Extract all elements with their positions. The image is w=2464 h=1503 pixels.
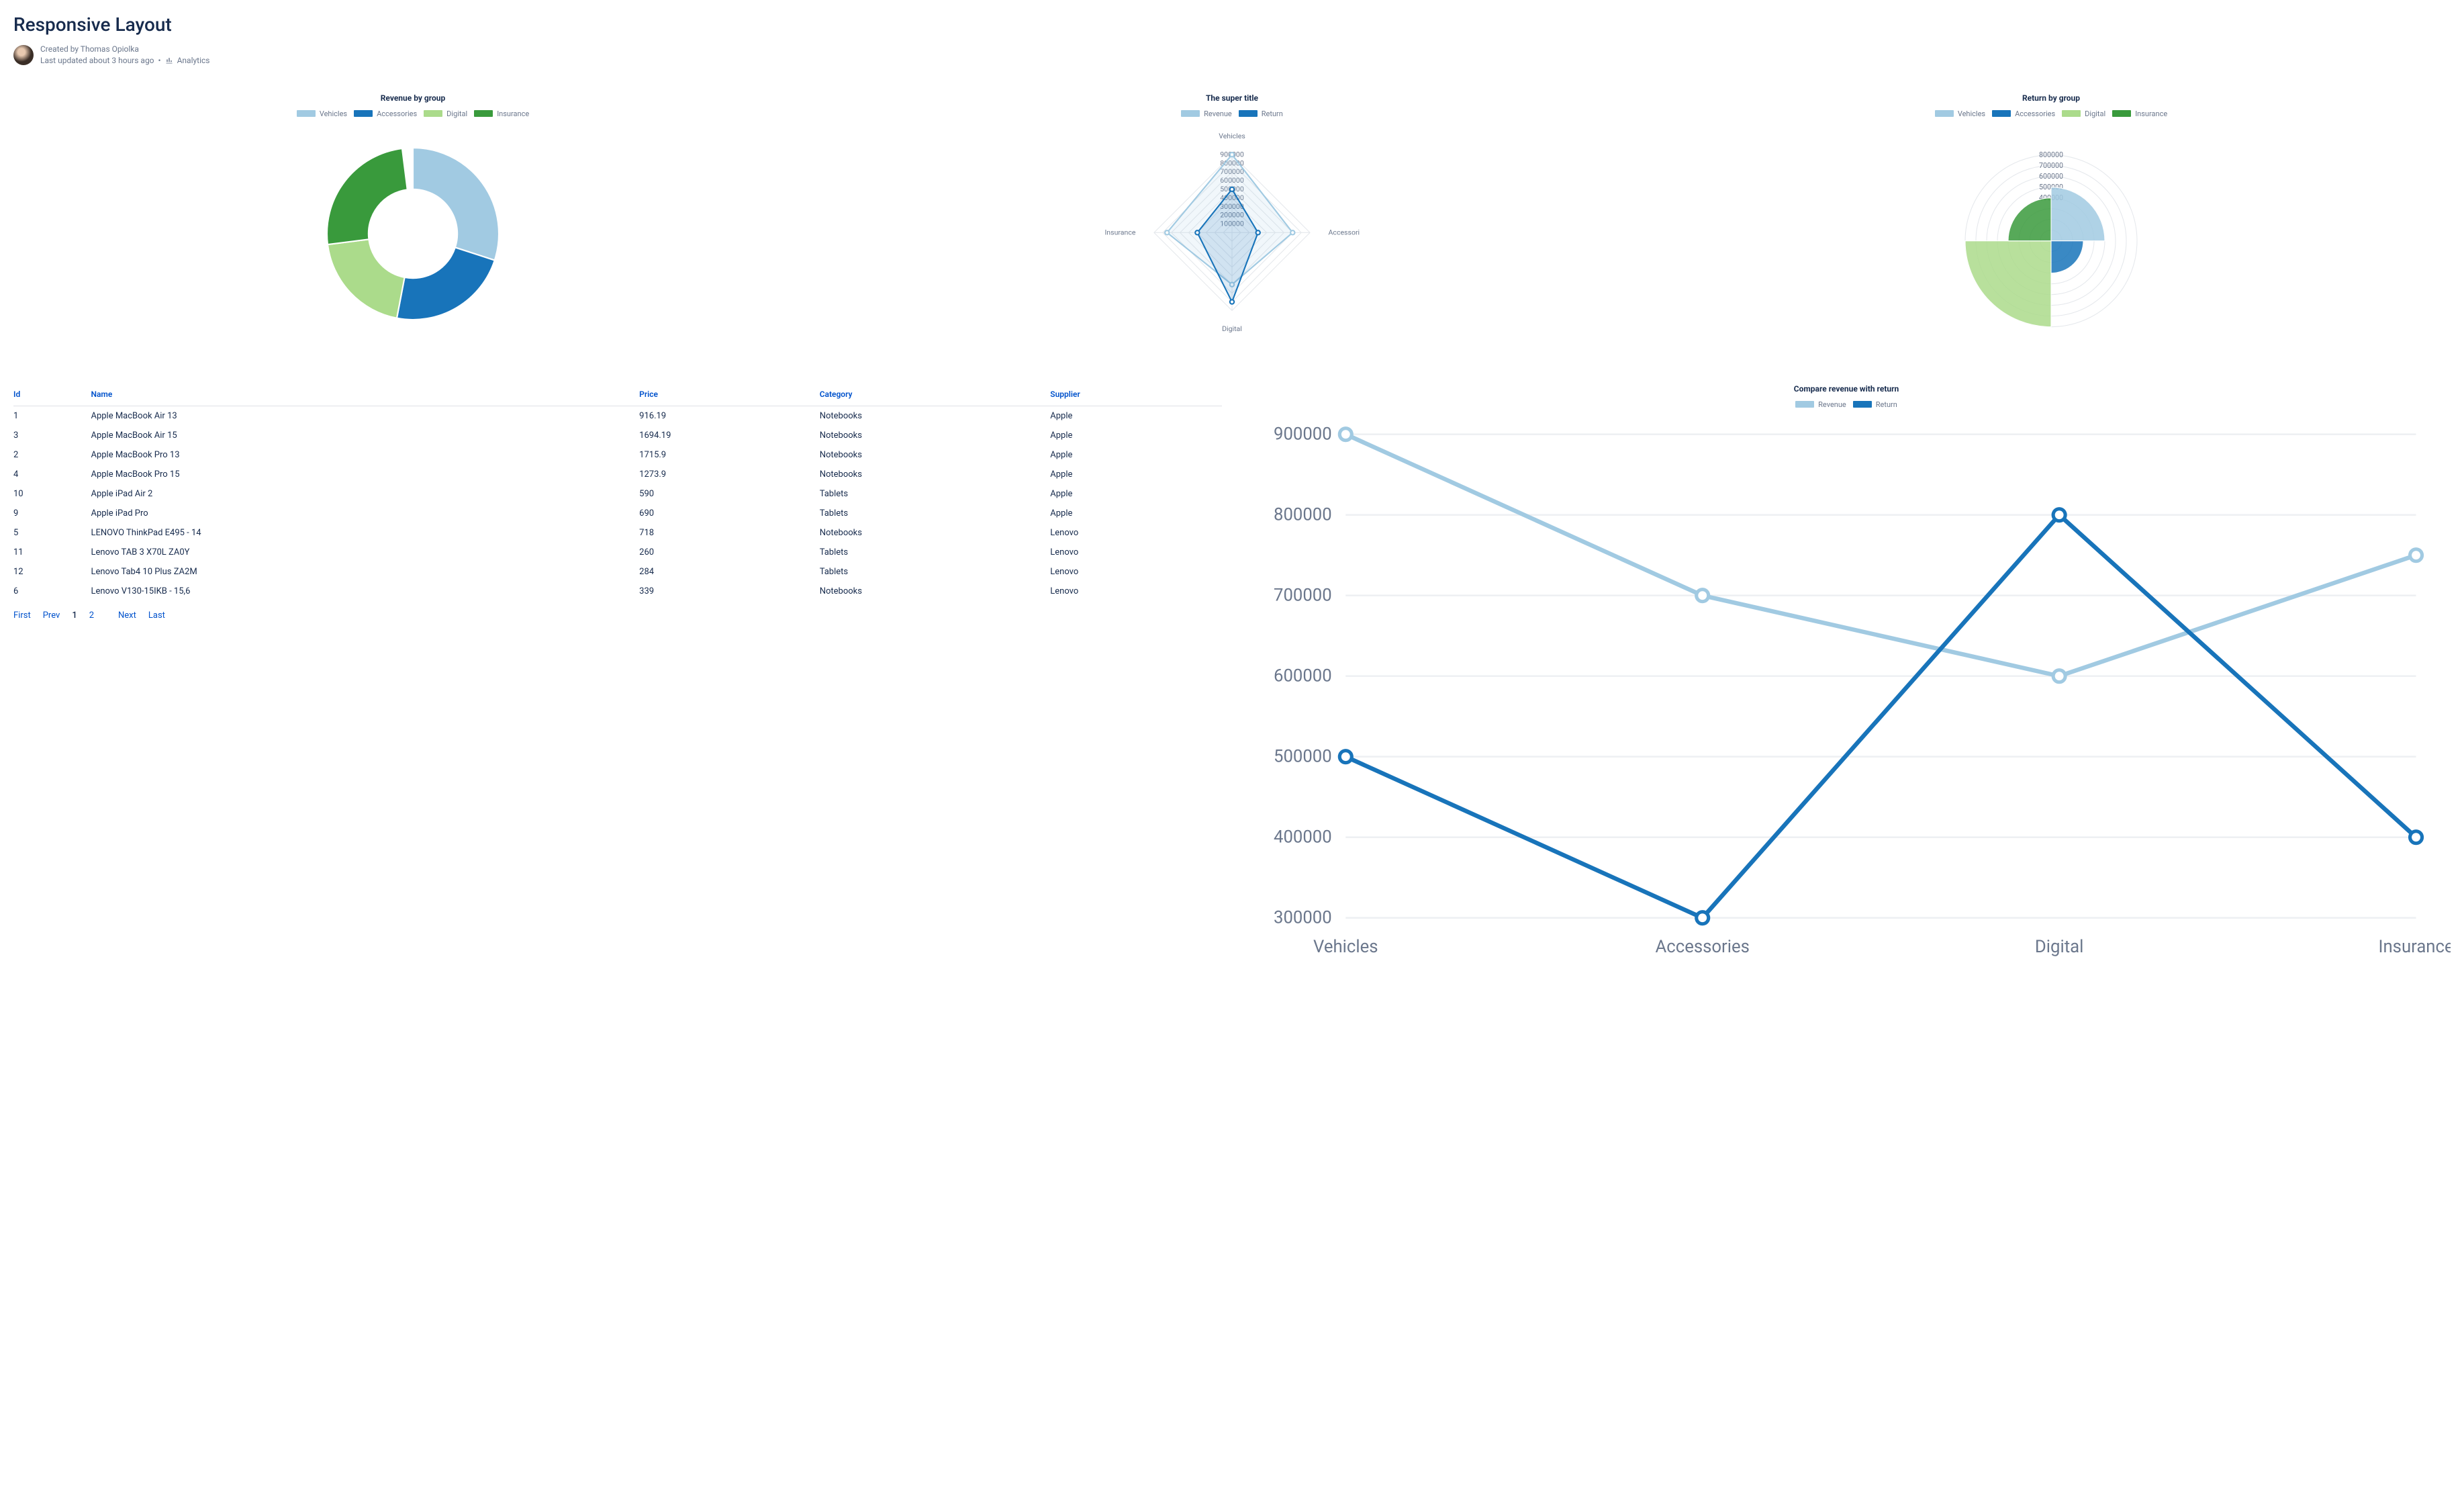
chart-legend: Revenue Return (1242, 400, 2451, 409)
col-supplier[interactable]: Supplier (1050, 384, 1222, 406)
polar-chart: 400000500000600000700000800000 (1944, 126, 2159, 341)
pager-prev[interactable]: Prev (43, 610, 60, 621)
svg-text:700000: 700000 (2039, 161, 2063, 169)
svg-text:Insurance: Insurance (1104, 228, 1135, 236)
chart-return-by-group: Return by group Vehicles Accessories Dig… (1652, 93, 2451, 344)
col-price[interactable]: Price (639, 384, 820, 406)
svg-text:500000: 500000 (1274, 746, 1332, 766)
pager-next[interactable]: Next (118, 610, 136, 621)
table-row[interactable]: 2Apple MacBook Pro 131715.9NotebooksAppl… (13, 445, 1222, 465)
col-category[interactable]: Category (820, 384, 1051, 406)
svg-text:600000: 600000 (2039, 171, 2063, 180)
svg-text:400000: 400000 (1274, 827, 1332, 847)
chart-compare: Compare revenue with return Revenue Retu… (1242, 384, 2451, 972)
table-row[interactable]: 3Apple MacBook Air 151694.19NotebooksApp… (13, 426, 1222, 445)
page-title: Responsive Layout (13, 13, 2451, 36)
data-table-wrap: IdNamePriceCategorySupplier 1Apple MacBo… (13, 384, 1222, 621)
created-by: Created by Thomas Opiolka (40, 44, 210, 55)
svg-text:700000: 700000 (1274, 585, 1332, 605)
table-row[interactable]: 5LENOVO ThinkPad E495 - 14718NotebooksLe… (13, 523, 1222, 543)
chart-revenue-by-group: Revenue by group Vehicles Accessories Di… (13, 93, 812, 344)
svg-text:Insurance: Insurance (2379, 937, 2451, 957)
chart-title: The super title (833, 93, 1631, 103)
svg-text:Vehicles: Vehicles (1219, 132, 1245, 140)
col-id[interactable]: Id (13, 384, 91, 406)
svg-text:Digital: Digital (2035, 937, 2083, 957)
table-row[interactable]: 6Lenovo V130-15IKB - 15,6339NotebooksLen… (13, 582, 1222, 601)
table-row[interactable]: 10Apple iPad Air 2590TabletsApple (13, 484, 1222, 504)
doughnut-chart (305, 126, 520, 341)
pager-page-2[interactable]: 2 (89, 610, 94, 621)
chart-legend: Vehicles Accessories Digital Insurance (1652, 109, 2451, 118)
table-row[interactable]: 11Lenovo TAB 3 X70L ZA0Y260TabletsLenovo (13, 543, 1222, 562)
svg-text:Digital: Digital (1222, 324, 1242, 333)
line-chart: 300000 400000 500000 600000 700000 800000 9000… (1242, 417, 2451, 970)
chart-title: Compare revenue with return (1242, 384, 2451, 394)
col-name[interactable]: Name (91, 384, 639, 406)
pager-last[interactable]: Last (148, 610, 165, 621)
svg-text:800000: 800000 (1274, 504, 1332, 525)
updated-label: Last updated about 3 hours ago (40, 55, 154, 66)
pager-first[interactable]: First (13, 610, 31, 621)
chart-title: Revenue by group (13, 93, 812, 103)
svg-text:Vehicles: Vehicles (1313, 937, 1378, 957)
svg-text:800000: 800000 (2039, 150, 2063, 158)
chart-radar: The super title Revenue Return Vehicles A… (833, 93, 1631, 344)
svg-text:600000: 600000 (1274, 666, 1332, 686)
table-row[interactable]: 9Apple iPad Pro690TabletsApple (13, 504, 1222, 523)
chart-legend: Revenue Return (833, 109, 1631, 118)
analytics-icon (165, 56, 173, 64)
svg-text:Accessories: Accessories (1329, 228, 1360, 236)
pager-page-1[interactable]: 1 (72, 610, 77, 621)
avatar[interactable] (13, 45, 34, 65)
chart-title: Return by group (1652, 93, 2451, 103)
page-meta: Created by Thomas Opiolka Last updated a… (13, 44, 2451, 66)
pager: First Prev 1 2 Next Last (13, 610, 1222, 621)
table-row[interactable]: 12Lenovo Tab4 10 Plus ZA2M284TabletsLeno… (13, 562, 1222, 582)
table-row[interactable]: 4Apple MacBook Pro 151273.9NotebooksAppl… (13, 465, 1222, 484)
radar-chart: VehiclesAccessoriesDigitalInsurance10000… (1104, 126, 1360, 339)
svg-text:900000: 900000 (1274, 424, 1332, 444)
table-row[interactable]: 1Apple MacBook Air 13916.19NotebooksAppl… (13, 406, 1222, 426)
svg-text:300000: 300000 (1274, 907, 1332, 927)
data-table: IdNamePriceCategorySupplier 1Apple MacBo… (13, 384, 1222, 601)
svg-text:Accessories: Accessories (1656, 937, 1750, 957)
analytics-link[interactable]: Analytics (177, 55, 210, 66)
chart-legend: Vehicles Accessories Digital Insurance (13, 109, 812, 118)
